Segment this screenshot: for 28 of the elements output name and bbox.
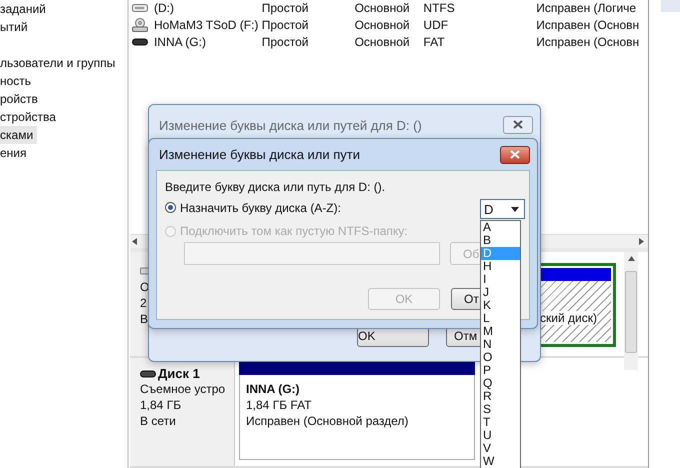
- disk-info: В: [140, 311, 150, 327]
- table-cell-text: Основной: [354, 34, 411, 48]
- table-cell-text: Основной: [354, 18, 411, 32]
- window-title: Изменение буквы диска или пути: [159, 147, 360, 162]
- table-cell-text: Простой: [262, 18, 310, 32]
- table-cell-text: Исправен (Основн: [536, 18, 640, 32]
- table-cell-text: Основной: [354, 0, 411, 14]
- table-cell-text: FAT: [423, 34, 446, 48]
- prompt-text: Введите букву диска или путь для D: ().: [165, 180, 386, 195]
- table-cell-text: UDF: [423, 18, 450, 32]
- partition-title: INNA (G:): [246, 381, 301, 397]
- table-cell-text: Исправен (Логиче: [536, 0, 638, 14]
- table-cell-text: Исправен (Основн: [536, 34, 640, 48]
- window-title: Изменение буквы диска или путей для D: (): [159, 116, 422, 132]
- partition-info: 1,84 ГБ FAT: [246, 397, 313, 413]
- table-cell-text: Простой: [262, 0, 310, 14]
- table-cell-text: NTFS: [423, 0, 456, 14]
- disk-info: В сети: [140, 413, 177, 429]
- volume-name: HoMaM3 TSoD (F:): [154, 18, 260, 32]
- disk-info: 2: [140, 295, 148, 311]
- disk-name: Диск 1: [158, 366, 200, 381]
- volume-name: (D:): [154, 0, 175, 14]
- partition-info: ский диск): [540, 311, 597, 325]
- table-cell-text: Простой: [262, 34, 310, 48]
- disk-info: Съемное устро: [140, 381, 226, 397]
- partition-info: Исправен (Основной раздел): [246, 413, 410, 429]
- disk-info: 1,84 ГБ: [140, 397, 182, 413]
- volume-name: INNA (G:): [154, 34, 207, 48]
